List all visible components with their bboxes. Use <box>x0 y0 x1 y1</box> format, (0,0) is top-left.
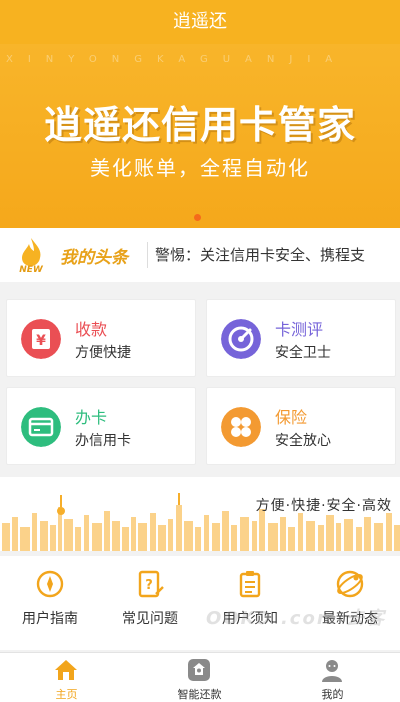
skyline-section: 方便·快捷·安全·高效 <box>0 477 400 551</box>
card-collect-title: 收款 <box>75 320 108 339</box>
compass-icon <box>36 570 64 598</box>
svg-text:¥: ¥ <box>36 333 46 349</box>
tab-mine-label: 我的 <box>321 688 344 701</box>
satellite-icon <box>336 570 364 598</box>
tab-mine[interactable]: 我的 <box>266 653 399 702</box>
guide-user-guide[interactable]: 用户指南 <box>0 556 100 650</box>
news-headline[interactable]: 警惕：关注信用卡安全、携程支 <box>155 244 365 265</box>
card-collect-subtitle: 方便快捷 <box>75 345 131 361</box>
app-header: 逍遥还 <box>0 0 400 44</box>
card-evaluate[interactable]: 卡测评 安全卫士 <box>206 299 396 377</box>
card-collect[interactable]: ¥ 收款 方便快捷 <box>6 299 196 377</box>
guide-menu: 用户指南 ? 常见问题 用户须知 最新动态 OOKO .com 去客 <box>0 556 400 650</box>
question-doc-icon: ? <box>138 570 164 598</box>
user-icon <box>322 660 342 682</box>
banner-letters: XINYONGKAGUANJIA <box>6 54 348 65</box>
clover-icon <box>221 407 261 447</box>
new-flame-icon: NEW <box>19 238 44 274</box>
page-title: 逍遥还 <box>173 11 227 32</box>
card-evaluate-title: 卡测评 <box>275 320 324 339</box>
card-apply-title: 办卡 <box>75 408 108 427</box>
tab-smart-repay-label: 智能还款 <box>177 688 222 701</box>
watermark: OOKO .com 去客 <box>206 608 386 629</box>
banner-subtitle: 美化账单，全程自动化 <box>90 156 310 180</box>
card-insurance[interactable]: 保险 安全放心 <box>206 387 396 465</box>
banner-title: 逍遥还信用卡管家 <box>43 103 356 147</box>
card-evaluate-subtitle: 安全卫士 <box>275 345 331 361</box>
card-insurance-title: 保险 <box>275 408 308 427</box>
news-ticker[interactable]: NEW 我的头条 警惕：关注信用卡安全、携程支 <box>0 228 400 282</box>
smart-repay-icon <box>188 659 210 681</box>
guide-latest-news[interactable]: 最新动态 <box>300 556 400 650</box>
gauge-icon <box>221 319 261 359</box>
guide-user-guide-label: 用户指南 <box>22 611 78 627</box>
guide-faq-label: 常见问题 <box>122 611 178 627</box>
bottom-tab-bar: 主页 智能还款 我的 <box>0 652 400 702</box>
yen-icon: ¥ <box>21 319 61 359</box>
tab-smart-repay[interactable]: 智能还款 <box>133 653 266 702</box>
home-icon <box>55 660 77 680</box>
news-title: 我的头条 <box>60 248 128 268</box>
promo-banner[interactable]: XINYONGKAGUANJIA 逍遥还信用卡管家 美化账单，全程自动化 <box>0 44 400 228</box>
new-logo-text: NEW <box>19 265 44 274</box>
guide-faq[interactable]: ? 常见问题 <box>100 556 200 650</box>
svg-text:?: ? <box>145 578 153 593</box>
tab-home[interactable]: 主页 <box>0 653 133 702</box>
card-apply-subtitle: 办信用卡 <box>75 433 131 449</box>
clipboard-icon <box>239 571 261 598</box>
guide-user-notice[interactable]: 用户须知 <box>200 556 300 650</box>
news-divider <box>147 242 148 268</box>
tab-home-label: 主页 <box>55 688 78 701</box>
card-insurance-subtitle: 安全放心 <box>275 433 331 449</box>
skyline-slogan: 方便·快捷·安全·高效 <box>255 498 392 514</box>
card-icon <box>21 407 61 447</box>
banner-page-indicator[interactable] <box>194 214 201 221</box>
card-apply[interactable]: 办卡 办信用卡 <box>6 387 196 465</box>
